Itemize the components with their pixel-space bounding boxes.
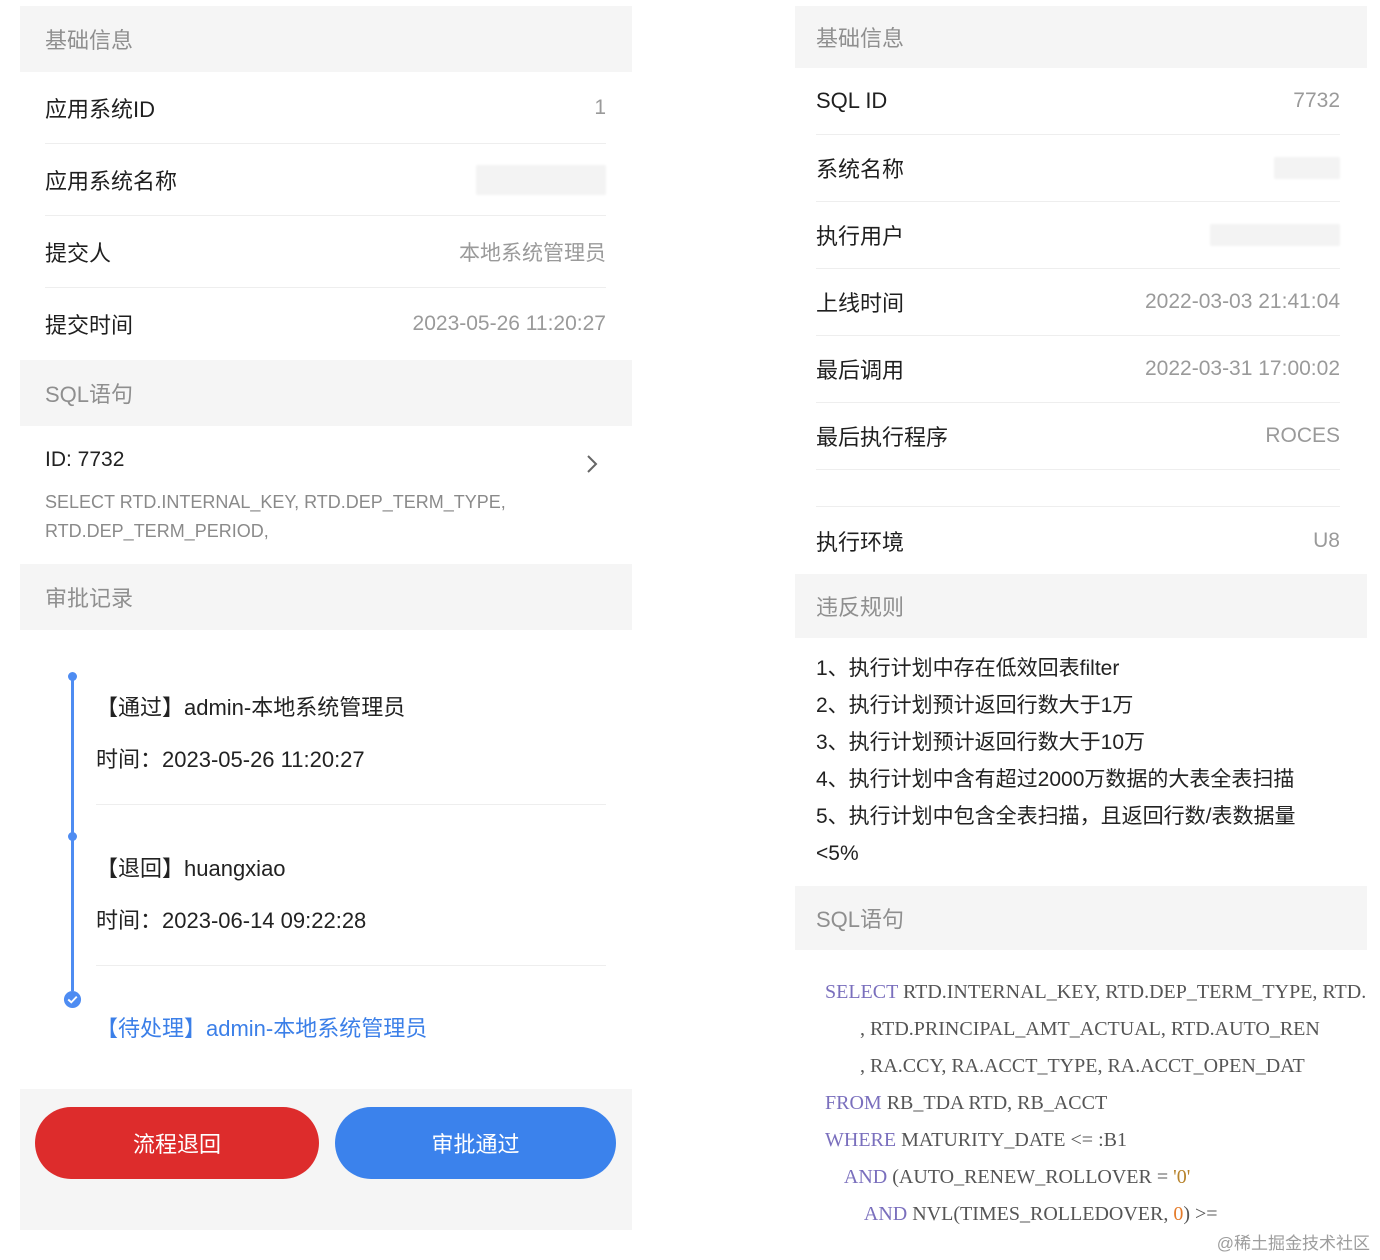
- sql-keyword: WHERE: [825, 1129, 897, 1151]
- redacted-value: [476, 164, 606, 195]
- approve-button[interactable]: 审批通过: [335, 1107, 616, 1179]
- row-system-name: 系统名称: [816, 135, 1340, 202]
- sql-text: RTD.INTERNAL_KEY, RTD.DEP_TERM_TYPE, RTD…: [897, 981, 1367, 1003]
- watermark: @稀土掘金技术社区: [1216, 1234, 1370, 1253]
- chevron-right-icon[interactable]: [580, 452, 604, 476]
- row-label: 最后执行程序: [816, 425, 949, 450]
- row-label: 执行用户: [816, 224, 905, 249]
- row-label: SQL ID: [816, 88, 888, 113]
- sql-number: 0: [1173, 1203, 1184, 1225]
- timeline-entry-title: 【退回】huangxiao: [96, 856, 286, 881]
- row-label: 最后调用: [816, 358, 905, 383]
- row-label: 应用系统名称: [45, 168, 178, 194]
- sql-text: , RA.CCY, RA.ACCT_TYPE, RA.ACCT_OPEN_DAT: [825, 1055, 1305, 1077]
- row-value: 2022-03-31 17:00:02: [1145, 357, 1340, 380]
- action-footer: 流程退回 审批通过: [20, 1089, 632, 1230]
- sql-line: WHERE MATURITY_DATE <= :B1: [825, 1122, 1355, 1159]
- sql-text: , RTD.PRINCIPAL_AMT_ACTUAL, RTD.AUTO_REN: [825, 1018, 1320, 1040]
- sql-text: (AUTO_RENEW_ROLLOVER =: [887, 1166, 1174, 1188]
- rule-item: <5%: [816, 842, 859, 865]
- redacted-value: [1274, 157, 1340, 179]
- row-label: 应用系统ID: [45, 96, 156, 122]
- timeline-entry-time: 时间：2023-05-26 11:20:27: [96, 747, 365, 772]
- sql-keyword: AND: [863, 1203, 908, 1225]
- sql-text: ) >=: [1183, 1203, 1218, 1225]
- rule-item: 2、执行计划预计返回行数大于1万: [816, 694, 1134, 717]
- sql-preview: SELECT RTD.INTERNAL_KEY, RTD.DEP_TERM_TY…: [45, 492, 506, 541]
- row-label: 上线时间: [816, 291, 905, 316]
- row-label: 系统名称: [816, 157, 905, 182]
- sql-code-block: SELECT RTD.INTERNAL_KEY, RTD.DEP_TERM_TY…: [825, 974, 1366, 1233]
- row-value: ROCES: [1265, 424, 1340, 447]
- approval-records-header: 审批记录: [20, 564, 632, 630]
- row-submit-time: 提交时间 2023-05-26 11:20:27: [45, 288, 606, 360]
- rule-item: 1、执行计划中存在低效回表filter: [816, 657, 1120, 680]
- sql-keyword: FROM: [825, 1092, 882, 1114]
- basic-info-header: 基础信息: [795, 6, 1367, 68]
- sql-header: SQL语句: [20, 360, 632, 426]
- sql-line: AND (AUTO_RENEW_ROLLOVER = '0': [825, 1159, 1355, 1196]
- row-app-system-id: 应用系统ID 1: [45, 72, 606, 144]
- sql-keyword: SELECT: [825, 981, 898, 1003]
- sql-string: '0': [1173, 1166, 1191, 1188]
- sql-line: FROM RB_TDA RTD, RB_ACCT: [825, 1085, 1355, 1122]
- return-process-button[interactable]: 流程退回: [35, 1107, 319, 1179]
- sql-line: , RA.CCY, RA.ACCT_TYPE, RA.ACCT_OPEN_DAT: [825, 1048, 1355, 1085]
- approval-timeline: 【通过】admin-本地系统管理员 时间：2023-05-26 11:20:27…: [20, 636, 632, 1086]
- row-value: 本地系统管理员: [459, 241, 606, 265]
- sql-line: SELECT RTD.INTERNAL_KEY, RTD.DEP_TERM_TY…: [825, 974, 1366, 1011]
- row-value: 7732: [1293, 89, 1340, 112]
- timeline-dot: [68, 672, 77, 681]
- sql-line: AND NVL(TIMES_ROLLEDOVER, 0) >=: [825, 1196, 1355, 1233]
- row-value: 2023-05-26 11:20:27: [412, 312, 606, 335]
- row-spacer: [816, 470, 1340, 507]
- row-last-program: 最后执行程序 ROCES: [816, 403, 1340, 470]
- row-value: 1: [594, 95, 606, 119]
- row-label: 提交人: [45, 240, 112, 266]
- sql-header: SQL语句: [795, 886, 1367, 950]
- row-submitter: 提交人 本地系统管理员: [45, 216, 606, 288]
- check-circle-icon: [63, 990, 82, 1009]
- row-last-called: 最后调用 2022-03-31 17:00:02: [816, 336, 1340, 403]
- basic-info-header: 基础信息: [20, 6, 632, 72]
- row-label: 提交时间: [45, 313, 134, 338]
- sql-text: RB_TDA RTD, RB_ACCT: [881, 1092, 1108, 1114]
- violated-rules-header: 违反规则: [795, 574, 1367, 638]
- rule-item: 3、执行计划预计返回行数大于10万: [816, 731, 1146, 754]
- timeline-dot: [68, 832, 77, 841]
- sql-id: ID: 7732: [45, 448, 125, 471]
- timeline-entry-title: 【通过】admin-本地系统管理员: [96, 695, 406, 720]
- divider: [96, 804, 606, 805]
- rule-item: 4、执行计划中含有超过2000万数据的大表全表扫描: [816, 768, 1295, 791]
- row-online-time: 上线时间 2022-03-03 21:41:04: [816, 269, 1340, 336]
- row-sql-id: SQL ID 7732: [816, 68, 1340, 135]
- row-exec-user: 执行用户: [816, 202, 1340, 269]
- timeline-entry-time: 时间：2023-06-14 09:22:28: [96, 908, 367, 933]
- sql-keyword: AND: [843, 1166, 888, 1188]
- redacted-value: [1210, 224, 1340, 246]
- divider: [96, 965, 606, 966]
- row-label: 执行环境: [816, 529, 905, 555]
- sql-text: NVL(TIMES_ROLLEDOVER,: [907, 1203, 1174, 1225]
- violated-rules-list: 1、执行计划中存在低效回表filter 2、执行计划预计返回行数大于1万 3、执…: [816, 650, 1336, 872]
- rule-item: 5、执行计划中包含全表扫描，且返回行数/表数据量: [816, 805, 1296, 828]
- timeline-entry-pending: 【待处理】admin-本地系统管理员: [96, 1016, 428, 1041]
- sql-text: MATURITY_DATE <= :B1: [896, 1129, 1127, 1151]
- sql-line: , RTD.PRINCIPAL_AMT_ACTUAL, RTD.AUTO_REN: [825, 1011, 1355, 1048]
- row-exec-env: 执行环境 U8: [816, 507, 1340, 574]
- sql-detail-panel: 基础信息 SQL ID 7732 系统名称 执行用户 上线时间 2022-03-…: [795, 6, 1367, 1240]
- row-value: 2022-03-03 21:41:04: [1145, 290, 1340, 313]
- sql-card[interactable]: ID: 7732 SELECT RTD.INTERNAL_KEY, RTD.DE…: [45, 436, 606, 561]
- approval-detail-panel: 基础信息 应用系统ID 1 应用系统名称 提交人 本地系统管理员 提交时间 20…: [20, 6, 632, 1230]
- row-app-system-name: 应用系统名称: [45, 144, 606, 216]
- row-value: U8: [1313, 528, 1340, 552]
